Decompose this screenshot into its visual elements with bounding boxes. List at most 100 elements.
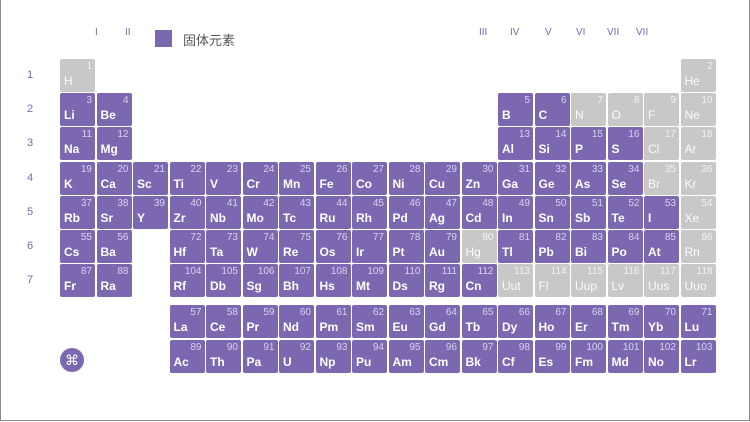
element-sb[interactable]: 51 Sb	[571, 195, 606, 229]
element-pd[interactable]: 46 Pd	[388, 195, 424, 229]
element-fm[interactable]: 100 Fm	[571, 340, 606, 373]
element-ra[interactable]: 88 Ra	[96, 264, 132, 298]
element-au[interactable]: 79 Au	[425, 230, 460, 263]
element-pu[interactable]: 94 Pu	[352, 340, 387, 373]
element-pb[interactable]: 82 Pb	[534, 230, 570, 263]
element-eu[interactable]: 63 Eu	[388, 305, 424, 338]
element-ag[interactable]: 47 Ag	[425, 195, 460, 229]
element-as[interactable]: 33 As	[571, 161, 606, 195]
element-rh[interactable]: 45 Rh	[352, 195, 387, 229]
element-am[interactable]: 95 Am	[388, 340, 424, 373]
element-p[interactable]: 15 P	[571, 127, 606, 161]
element-in[interactable]: 49 In	[498, 195, 533, 229]
element-rg[interactable]: 111 Rg	[425, 264, 460, 298]
element-no[interactable]: 102 No	[644, 340, 679, 373]
element-os[interactable]: 76 Os	[315, 230, 351, 263]
element-db[interactable]: 105 Db	[206, 264, 241, 298]
element-gd[interactable]: 64 Gd	[425, 305, 460, 338]
element-ni[interactable]: 28 Ni	[388, 161, 424, 195]
element-dy[interactable]: 66 Dy	[498, 305, 533, 338]
element-ru[interactable]: 44 Ru	[315, 195, 351, 229]
element-ge[interactable]: 32 Ge	[534, 161, 570, 195]
element-pr[interactable]: 59 Pr	[242, 305, 278, 338]
element-b[interactable]: 5B	[498, 93, 533, 127]
element-uut[interactable]: 113 Uut	[498, 264, 533, 298]
element-ho[interactable]: 67 Ho	[534, 305, 570, 338]
element-o[interactable]: 8O	[607, 93, 643, 127]
element-rn[interactable]: 86 Rn	[680, 230, 716, 263]
element-la[interactable]: 57 La	[169, 305, 205, 338]
element-cn[interactable]: 112 Cn	[461, 264, 497, 298]
element-bi[interactable]: 83 Bi	[571, 230, 606, 263]
element-n[interactable]: 7N	[571, 93, 606, 127]
element-tl[interactable]: 81 Tl	[498, 230, 533, 263]
element-y[interactable]: 39 Y	[133, 195, 168, 229]
element-sn[interactable]: 50 Sn	[534, 195, 570, 229]
element-cl[interactable]: 17 Cl	[644, 127, 679, 161]
element-cm[interactable]: 96 Cm	[425, 340, 460, 373]
element-pt[interactable]: 78 Pt	[388, 230, 424, 263]
element-lv[interactable]: 116 Lv	[607, 264, 643, 298]
element-np[interactable]: 93 Np	[315, 340, 351, 373]
element-pa[interactable]: 91 Pa	[242, 340, 278, 373]
element-cd[interactable]: 48 Cd	[461, 195, 497, 229]
element-tc[interactable]: 43 Tc	[279, 195, 314, 229]
element-yb[interactable]: 70 Yb	[644, 305, 679, 338]
element-be[interactable]: 4 Be	[96, 93, 132, 127]
element-w[interactable]: 74 W	[242, 230, 278, 263]
element-mg[interactable]: 12 Mg	[96, 127, 132, 161]
element-er[interactable]: 68 Er	[571, 305, 606, 338]
element-ta[interactable]: 73 Ta	[206, 230, 241, 263]
element-fe[interactable]: 26 Fe	[315, 161, 351, 195]
element-na[interactable]: 11 Na	[60, 127, 95, 161]
element-rb[interactable]: 37 Rb	[60, 195, 95, 229]
element-sc[interactable]: 21 Sc	[133, 161, 168, 195]
element-at[interactable]: 85 At	[644, 230, 679, 263]
element-cr[interactable]: 24 Cr	[242, 161, 278, 195]
element-sm[interactable]: 62 Sm	[352, 305, 387, 338]
element-ce[interactable]: 58 Ce	[206, 305, 241, 338]
element-i[interactable]: 53 I	[644, 195, 679, 229]
element-zr[interactable]: 40 Zr	[169, 195, 205, 229]
element-k[interactable]: 19 K	[60, 161, 95, 195]
element-cu[interactable]: 29 Cu	[425, 161, 460, 195]
element-uus[interactable]: 117 Uus	[644, 264, 679, 298]
element-hf[interactable]: 72 Hf	[169, 230, 205, 263]
element-br[interactable]: 35 Br	[644, 161, 679, 195]
element-zn[interactable]: 30 Zn	[461, 161, 497, 195]
element-cf[interactable]: 98 Cf	[498, 340, 533, 373]
element-al[interactable]: 13 Al	[498, 127, 533, 161]
element-ir[interactable]: 77 Ir	[352, 230, 387, 263]
element-fr[interactable]: 87 Fr	[60, 264, 95, 298]
element-sg[interactable]: 106 Sg	[242, 264, 278, 298]
element-mt[interactable]: 109 Mt	[352, 264, 387, 298]
element-f[interactable]: 9F	[644, 93, 679, 127]
element-tb[interactable]: 65 Tb	[461, 305, 497, 338]
element-si[interactable]: 14 Si	[534, 127, 570, 161]
element-tm[interactable]: 69 Tm	[607, 305, 643, 338]
element-bh[interactable]: 107 Bh	[279, 264, 314, 298]
element-ti[interactable]: 22 Ti	[169, 161, 205, 195]
element-mn[interactable]: 25 Mn	[279, 161, 314, 195]
element-lr[interactable]: 103 Lr	[680, 340, 716, 373]
element-th[interactable]: 90 Th	[206, 340, 241, 373]
element-u[interactable]: 92 U	[279, 340, 314, 373]
element-md[interactable]: 101 Md	[607, 340, 643, 373]
element-ba[interactable]: 56 Ba	[96, 230, 132, 263]
element-lu[interactable]: 71 Lu	[680, 305, 716, 338]
element-ga[interactable]: 31 Ga	[498, 161, 533, 195]
element-li[interactable]: 3 Li	[60, 93, 95, 127]
element-hs[interactable]: 108 Hs	[315, 264, 351, 298]
element-sr[interactable]: 38 Sr	[96, 195, 132, 229]
element-mo[interactable]: 42 Mo	[242, 195, 278, 229]
element-nb[interactable]: 41 Nb	[206, 195, 241, 229]
element-es[interactable]: 99 Es	[534, 340, 570, 373]
element-rf[interactable]: 104 Rf	[169, 264, 205, 298]
element-ac[interactable]: 89 Ac	[169, 340, 205, 373]
element-s[interactable]: 16 S	[607, 127, 643, 161]
element-uuo[interactable]: 118 Uuo	[680, 264, 716, 298]
element-he[interactable]: 2 He	[680, 59, 716, 92]
element-xe[interactable]: 54 Xe	[680, 195, 716, 229]
element-re[interactable]: 75 Re	[279, 230, 314, 263]
element-cs[interactable]: 55 Cs	[60, 230, 95, 263]
